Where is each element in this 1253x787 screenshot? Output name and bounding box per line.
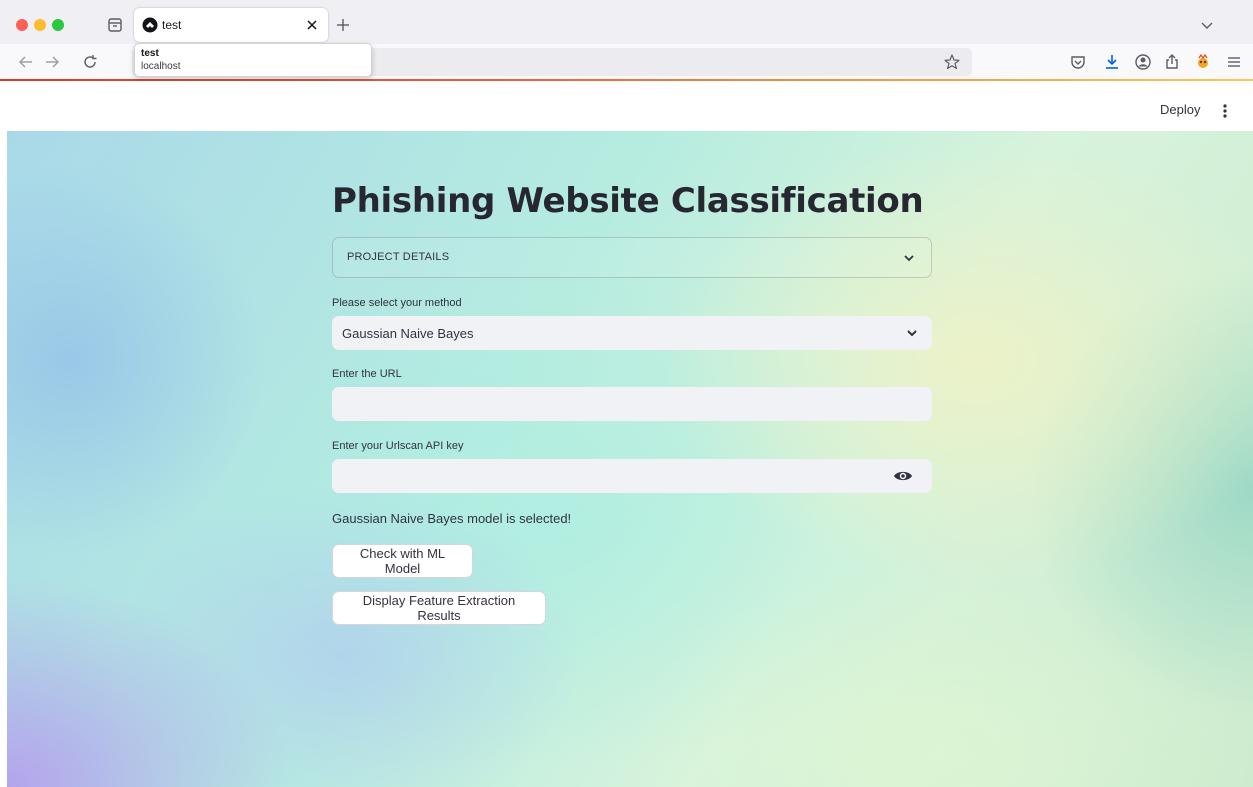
model-selected-message: Gaussian Naive Bayes model is selected! bbox=[332, 511, 572, 526]
tab-title: test bbox=[162, 18, 182, 32]
app-main: Phishing Website Classification PROJECT … bbox=[7, 131, 1253, 787]
url-input-label: Enter the URL bbox=[332, 368, 402, 380]
browser-titlebar: test bbox=[0, 0, 1253, 44]
api-key-input[interactable] bbox=[332, 459, 932, 493]
pocket-icon[interactable] bbox=[1068, 52, 1088, 72]
star-icon[interactable] bbox=[942, 52, 962, 72]
tooltip-title: test bbox=[141, 48, 159, 59]
window-close-button[interactable] bbox=[16, 19, 28, 31]
app-header: Deploy bbox=[0, 81, 1253, 131]
api-key-input-label: Enter your Urlscan API key bbox=[332, 440, 464, 452]
browser-tab[interactable]: test bbox=[134, 8, 328, 42]
extension-icon[interactable] bbox=[1193, 52, 1213, 72]
eye-icon[interactable] bbox=[893, 468, 913, 484]
arrow-left-icon[interactable] bbox=[16, 52, 36, 72]
window-zoom-button[interactable] bbox=[52, 19, 64, 31]
method-select-value: Gaussian Naive Bayes bbox=[342, 326, 474, 341]
check-with-ml-model-button[interactable]: Check with ML Model bbox=[332, 544, 473, 578]
url-input[interactable] bbox=[332, 387, 932, 421]
window-minimize-button[interactable] bbox=[34, 19, 46, 31]
reload-icon[interactable] bbox=[80, 52, 100, 72]
chevron-down-icon[interactable] bbox=[1196, 15, 1218, 35]
display-feature-extraction-button[interactable]: Display Feature Extraction Results bbox=[332, 591, 546, 625]
page-title: Phishing Website Classification bbox=[332, 181, 924, 221]
method-select[interactable]: Gaussian Naive Bayes bbox=[332, 316, 932, 350]
account-icon[interactable] bbox=[1133, 52, 1153, 72]
project-details-expander[interactable]: PROJECT DETAILS bbox=[332, 237, 932, 278]
tooltip-url: localhost bbox=[141, 61, 181, 72]
arrow-right-icon[interactable] bbox=[42, 52, 62, 72]
download-icon[interactable] bbox=[1102, 52, 1122, 72]
expander-label: PROJECT DETAILS bbox=[347, 251, 450, 263]
chevron-down-icon bbox=[904, 255, 914, 262]
chevron-down-icon bbox=[907, 330, 917, 337]
hamburger-menu-icon[interactable] bbox=[1224, 52, 1244, 72]
deploy-button[interactable]: Deploy bbox=[1160, 102, 1200, 117]
streamlit-favicon-icon bbox=[142, 17, 158, 33]
kebab-menu-icon[interactable] bbox=[1220, 103, 1230, 119]
tab-overview-icon[interactable] bbox=[104, 15, 126, 35]
plus-icon[interactable] bbox=[333, 15, 353, 35]
method-select-label: Please select your method bbox=[332, 297, 462, 309]
tab-tooltip: test localhost bbox=[134, 43, 372, 77]
share-icon[interactable] bbox=[1162, 52, 1182, 72]
close-icon[interactable] bbox=[302, 15, 322, 35]
